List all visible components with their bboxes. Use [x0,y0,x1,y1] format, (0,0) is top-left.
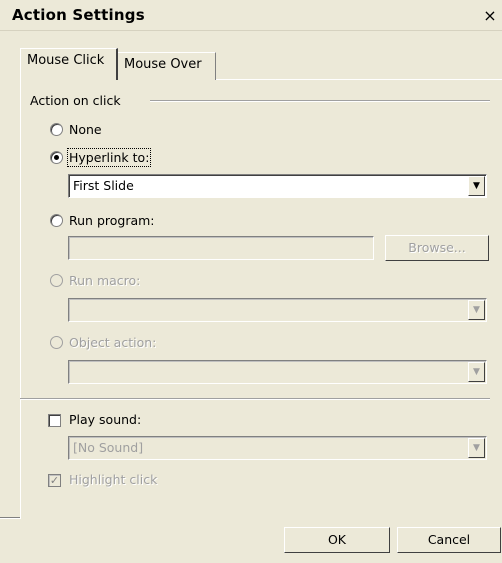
tab-mouse-over-label: Mouse Over [124,57,202,72]
hyperlink-dropdown-value: First Slide [73,178,134,193]
radio-run-program[interactable] [50,214,63,227]
section-divider [20,398,490,400]
window-title: Action Settings [12,6,145,24]
radio-run-macro-label: Run macro: [69,273,141,288]
run-program-input[interactable] [68,236,374,260]
tab-mouse-over[interactable]: Mouse Over [118,52,216,80]
close-icon[interactable]: × [480,6,500,26]
highlight-click-label: Highlight click [69,472,158,487]
chevron-down-icon[interactable]: ▼ [468,176,485,196]
play-sound-label: Play sound: [69,412,142,427]
chevron-down-icon[interactable]: ▼ [468,438,485,458]
tab-mouse-click[interactable]: Mouse Click [20,48,118,80]
radio-hyperlink-label: Hyperlink to: [66,148,152,167]
radio-run-macro[interactable] [50,274,63,287]
run-macro-dropdown[interactable]: ▼ [68,298,487,322]
title-bar: Action Settings × [0,0,502,31]
play-sound-checkbox[interactable] [48,414,61,427]
tab-mouse-click-label: Mouse Click [27,53,105,68]
ok-button[interactable]: OK [284,527,390,553]
hyperlink-dropdown[interactable]: First Slide ▼ [68,174,487,198]
radio-object-action[interactable] [50,336,63,349]
group-label-action-on-click: Action on click [30,93,127,108]
radio-none-label: None [69,122,102,137]
sound-dropdown[interactable]: [No Sound] ▼ [68,436,487,460]
chevron-down-icon[interactable]: ▼ [468,300,485,320]
sound-dropdown-value: [No Sound] [73,440,144,455]
chevron-down-icon[interactable]: ▼ [468,362,485,382]
radio-none[interactable] [50,123,63,136]
browse-button[interactable]: Browse... [385,235,489,261]
radio-hyperlink[interactable] [50,151,63,164]
radio-run-program-label: Run program: [69,213,155,228]
cancel-button[interactable]: Cancel [397,527,501,553]
object-action-dropdown[interactable]: ▼ [68,360,487,384]
highlight-click-checkbox[interactable]: ✓ [48,474,61,487]
radio-object-action-label: Object action: [69,335,157,350]
group-divider [150,100,490,102]
